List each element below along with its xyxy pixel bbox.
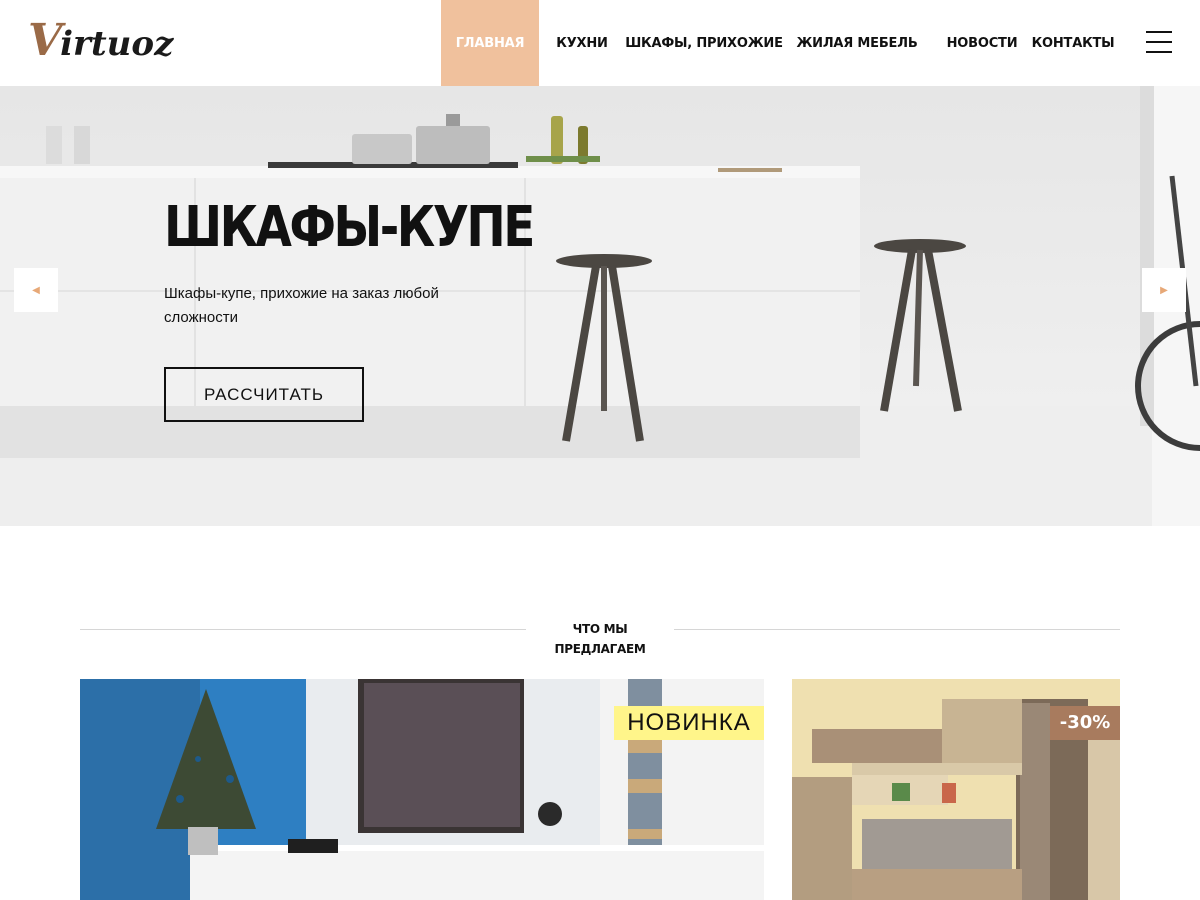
logo-text: irtuoz bbox=[60, 24, 174, 64]
nav-item-home[interactable]: Главная bbox=[441, 0, 539, 86]
nav-item-contacts[interactable]: Контакты bbox=[1032, 0, 1115, 86]
slider-next-button[interactable]: ▶ bbox=[1142, 268, 1186, 312]
logo[interactable]: Virtuoz bbox=[28, 16, 173, 66]
arrow-right-icon: ▶ bbox=[1160, 284, 1168, 296]
hero-description: Шкафы-купе, прихожие на заказ любой слож… bbox=[164, 285, 439, 326]
main-nav: Главная Кухни Шкафы, прихожие Жилая мебе… bbox=[441, 0, 1115, 86]
offer-card-kids-room[interactable]: -30% bbox=[792, 679, 1120, 900]
offer-card-living-room[interactable]: НОВИНКА bbox=[80, 679, 764, 900]
hamburger-icon[interactable] bbox=[1146, 31, 1172, 53]
logo-initial: V bbox=[28, 15, 63, 66]
hero-slider: ШКАФЫ-КУПЕ Шкафы-купе, прихожие на заказ… bbox=[0, 86, 1200, 526]
arrow-left-icon: ◀ bbox=[32, 284, 40, 296]
site-header: Virtuoz Главная Кухни Шкафы, прихожие Жи… bbox=[0, 0, 1200, 86]
nav-item-wardrobes[interactable]: Шкафы, прихожие bbox=[625, 0, 783, 86]
new-badge: НОВИНКА bbox=[614, 706, 764, 740]
hero-title: ШКАФЫ-КУПЕ bbox=[164, 195, 535, 260]
nav-item-kitchens[interactable]: Кухни bbox=[539, 0, 625, 86]
nav-item-news[interactable]: Новости bbox=[931, 0, 1033, 86]
calculate-button[interactable]: РАССЧИТАТЬ bbox=[164, 367, 364, 422]
nav-item-living-furniture[interactable]: Жилая мебель bbox=[783, 0, 931, 86]
discount-badge: -30% bbox=[1050, 706, 1120, 740]
section-header: Что мы предлагаем bbox=[80, 617, 1120, 659]
section-title: Что мы предлагаем bbox=[526, 619, 674, 659]
slider-prev-button[interactable]: ◀ bbox=[14, 268, 58, 312]
